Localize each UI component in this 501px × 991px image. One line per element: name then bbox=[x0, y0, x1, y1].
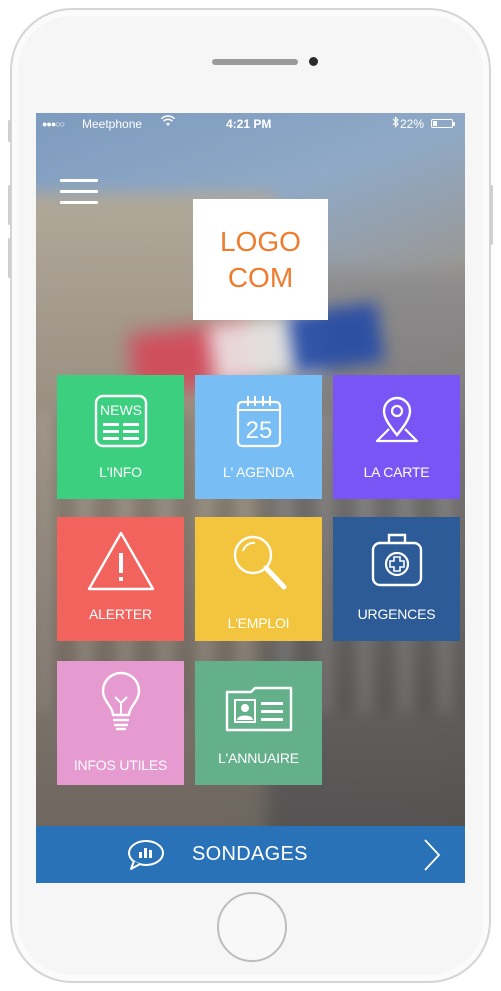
app-screen: ●●●○○ Meetphone 4:21 PM 22% LOGO COM NEW… bbox=[36, 113, 465, 883]
carrier-name: Meetphone bbox=[82, 117, 143, 131]
status-time: 4:21 PM bbox=[226, 117, 272, 131]
signal-strength: ●●●○○ bbox=[42, 119, 65, 129]
logo-line-2: COM bbox=[227, 261, 294, 293]
first-aid-kit-icon bbox=[333, 527, 460, 591]
volume-down-button bbox=[8, 238, 11, 278]
battery-percentage: 22% bbox=[400, 117, 425, 131]
home-button[interactable] bbox=[217, 892, 287, 962]
tile-alerter-label: ALERTER bbox=[89, 606, 152, 622]
earpiece-speaker bbox=[212, 59, 298, 65]
tile-agenda-label: L' AGENDA bbox=[223, 464, 294, 480]
battery-icon bbox=[431, 119, 455, 128]
front-camera bbox=[309, 57, 318, 66]
tile-emploi-label: L'EMPLOI bbox=[227, 615, 290, 631]
poll-bubble-icon bbox=[126, 839, 166, 876]
chevron-right-icon bbox=[422, 838, 442, 877]
lightbulb-icon bbox=[57, 671, 184, 735]
logo-placeholder: LOGO COM bbox=[193, 199, 328, 320]
calendar-icon-text: 25 bbox=[245, 417, 272, 444]
tile-annuaire-label: L'ANNUAIRE bbox=[218, 750, 299, 766]
volume-up-button bbox=[8, 185, 11, 225]
tile-infos-utiles-label: INFOS UTILES bbox=[73, 757, 168, 773]
tile-urgences[interactable]: URGENCES bbox=[333, 517, 460, 641]
hamburger-menu-button[interactable] bbox=[60, 179, 98, 205]
tile-agenda[interactable]: 25 L' AGENDA bbox=[195, 375, 322, 499]
contact-card-icon bbox=[195, 677, 322, 741]
tile-carte[interactable]: LA CARTE bbox=[333, 375, 460, 499]
news-icon: NEWS bbox=[57, 389, 184, 453]
sondages-label: SONDAGES bbox=[192, 843, 308, 865]
tile-alerter[interactable]: ALERTER bbox=[57, 517, 184, 641]
power-button bbox=[490, 185, 493, 245]
logo-line-1: LOGO bbox=[220, 225, 301, 257]
wifi-icon bbox=[161, 115, 175, 130]
news-icon-text: NEWS bbox=[100, 402, 142, 418]
map-pin-icon bbox=[333, 389, 460, 453]
mute-switch bbox=[8, 120, 11, 142]
calendar-icon: 25 bbox=[195, 389, 322, 453]
sondages-bar[interactable]: SONDAGES bbox=[36, 826, 465, 883]
warning-icon bbox=[57, 529, 184, 593]
magnifier-icon bbox=[195, 531, 322, 595]
tile-annuaire[interactable]: L'ANNUAIRE bbox=[195, 661, 322, 785]
tile-info[interactable]: NEWS L'INFO bbox=[57, 375, 184, 499]
tile-urgences-label: URGENCES bbox=[357, 606, 436, 622]
tile-carte-label: LA CARTE bbox=[363, 464, 430, 480]
tile-emploi[interactable]: L'EMPLOI bbox=[195, 517, 322, 641]
status-bar: ●●●○○ Meetphone 4:21 PM 22% bbox=[36, 113, 465, 135]
bluetooth-icon bbox=[392, 116, 400, 131]
tile-infos-utiles[interactable]: INFOS UTILES bbox=[57, 661, 184, 785]
tile-info-label: L'INFO bbox=[99, 464, 142, 480]
